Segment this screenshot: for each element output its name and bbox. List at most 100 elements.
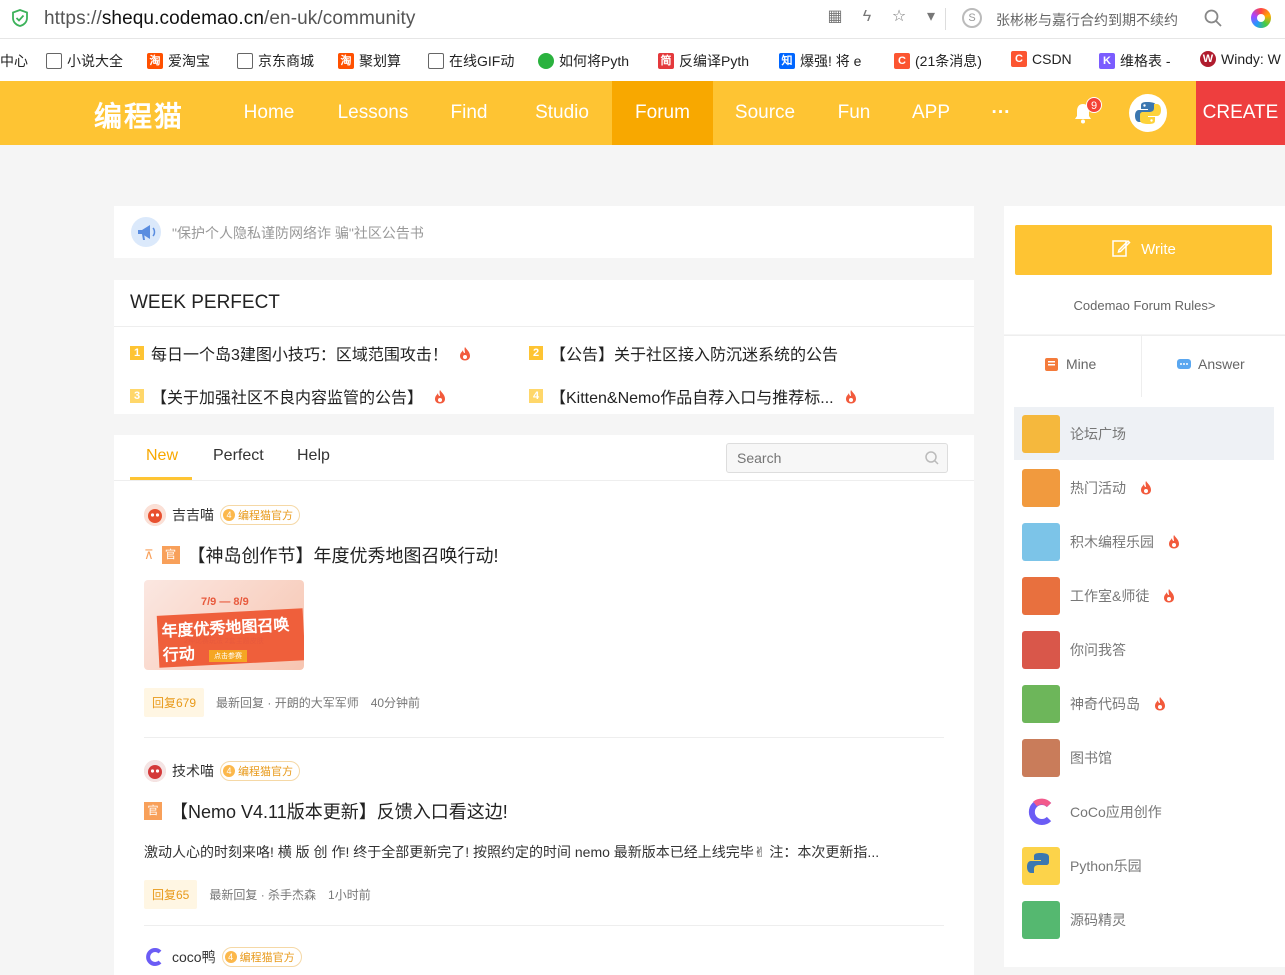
active-tab-indicator xyxy=(130,477,192,480)
bookmark-item[interactable]: K 维格表 - xyxy=(1099,51,1171,71)
site-logo[interactable]: 编程猫 xyxy=(94,95,184,135)
week-perfect-item[interactable]: 1 每日一个岛3建图小技巧：区域范围攻击！ xyxy=(130,341,471,365)
thumbnail-sub: 2种比赛玩法 2套主题皮肤 xyxy=(184,638,264,645)
nav-app[interactable]: APP xyxy=(898,81,964,145)
board-forum-square[interactable]: 论坛广场 xyxy=(1014,407,1274,460)
bookmark-item[interactable]: C (21条消息) xyxy=(894,51,982,71)
post-time: 40分钟前 xyxy=(370,696,421,710)
document-icon xyxy=(237,53,253,69)
author-name[interactable]: 吉吉喵 xyxy=(172,505,214,525)
secure-shield-icon[interactable] xyxy=(11,9,29,27)
bookmark-item[interactable]: 知爆强! 将 e xyxy=(779,51,861,71)
bookmark-item[interactable]: 淘爱淘宝 xyxy=(147,51,210,71)
official-badge-label: 编程猫官方 xyxy=(238,766,293,778)
post-meta: 回复679 最新回复 · 开朗的大军军师 40分钟前 xyxy=(144,688,944,717)
answer-button[interactable]: Answer xyxy=(1176,356,1245,372)
last-reply: 最新回复 · 开朗的大军军师 xyxy=(216,696,359,710)
author-avatar[interactable] xyxy=(144,760,166,782)
search-suggestion[interactable]: 张彬彬与嘉行合约到期不续约 xyxy=(996,10,1178,30)
notice-text: "保护个人隐私谨防网络诈 骗"社区公告书 xyxy=(172,225,424,241)
mine-label: Mine xyxy=(1066,356,1097,372)
nav-lessons[interactable]: Lessons xyxy=(326,81,420,145)
board-coco[interactable]: CoCo应用创作 xyxy=(1014,785,1274,838)
post-item[interactable]: coco鸭 4 编程猫官方 xyxy=(144,945,944,969)
mine-button[interactable]: Mine xyxy=(1044,356,1096,372)
bookmark-item[interactable]: 京东商城 xyxy=(237,51,314,71)
nav-find[interactable]: Find xyxy=(434,81,504,145)
board-block-coding[interactable]: 积木编程乐园 xyxy=(1014,515,1274,568)
board-source-sprite[interactable]: 源码精灵 xyxy=(1014,893,1274,946)
nav-forum[interactable]: Forum xyxy=(612,81,713,145)
search-input[interactable] xyxy=(726,443,948,473)
board-python[interactable]: Python乐园 xyxy=(1014,839,1274,892)
create-button[interactable]: CREATE xyxy=(1196,81,1285,145)
zhihu-icon: 知 xyxy=(779,53,795,69)
bookmark-item[interactable]: C CSDN xyxy=(1011,51,1072,67)
nav-more[interactable]: ··· xyxy=(978,81,1024,145)
chevron-down-icon[interactable]: ▾ xyxy=(922,8,940,26)
author-avatar[interactable] xyxy=(144,504,166,526)
tab-help[interactable]: Help xyxy=(297,447,330,465)
bookmark-item[interactable]: 中心 xyxy=(0,51,28,71)
post-title[interactable]: ⊼ 官 【神岛创作节】年度优秀地图召唤行动! xyxy=(144,542,944,568)
nav-home[interactable]: Home xyxy=(226,81,312,145)
feed-tabs: New Perfect Help xyxy=(114,435,974,481)
vika-icon: K xyxy=(1099,53,1115,69)
bookmark-item[interactable]: 如何将Pyth xyxy=(538,51,629,71)
author-avatar[interactable] xyxy=(144,946,166,968)
tab-perfect[interactable]: Perfect xyxy=(213,447,264,465)
browser-search-icon[interactable] xyxy=(1203,8,1223,28)
week-perfect-item[interactable]: 3 【关于加强社区不良内容监管的公告】 xyxy=(130,384,446,408)
fire-icon xyxy=(1164,589,1175,603)
nav-source[interactable]: Source xyxy=(720,81,810,145)
windy-icon: W xyxy=(1200,51,1216,67)
rank-number: 1 xyxy=(130,346,144,360)
url-text[interactable]: https://shequ.codemao.cn/en-uk/community xyxy=(44,8,416,30)
board-studio[interactable]: 工作室&师徒 xyxy=(1014,569,1274,622)
bookmark-item[interactable]: 在线GIF动 xyxy=(428,51,514,71)
url-scheme: https:// xyxy=(44,8,102,29)
bookmark-item[interactable]: 小说大全 xyxy=(46,51,123,71)
week-perfect-item[interactable]: 4 【Kitten&Nemo作品自荐入口与推荐标... xyxy=(529,384,857,408)
board-code-island[interactable]: 神奇代码岛 xyxy=(1014,677,1274,730)
bookmark-label: 聚划算 xyxy=(359,53,401,69)
official-badge: 4 编程猫官方 xyxy=(220,761,300,781)
forum-rules-link[interactable]: Codemao Forum Rules> xyxy=(1004,298,1285,313)
reply-count[interactable]: 回复679 xyxy=(144,688,205,717)
sidebar-boards: 论坛广场 热门活动 积木编程乐园 工作室&师徒 你问我答 神奇代码岛 图书馆 C… xyxy=(1004,397,1285,967)
post-thumbnail[interactable]: 7/9 — 8/9 年度优秀地图召唤行动 2种比赛玩法 2套主题皮肤 点击参赛 xyxy=(144,580,304,670)
notice-bar[interactable]: "保护个人隐私谨防网络诈 骗"社区公告书 xyxy=(114,206,974,258)
author-name[interactable]: coco鸭 xyxy=(172,947,216,967)
qr-code-icon[interactable]: ▦ xyxy=(826,8,844,26)
bookmark-item[interactable]: 简反编译Pyth xyxy=(658,51,749,71)
post-title[interactable]: 官 【Nemo V4.11版本更新】反馈入口看这边! xyxy=(144,798,944,824)
color-wheel-icon[interactable] xyxy=(1251,8,1271,28)
post-item[interactable]: 吉吉喵 4 编程猫官方 ⊼ 官 【神岛创作节】年度优秀地图召唤行动! 7/9 — … xyxy=(144,503,944,717)
lightning-icon[interactable]: ϟ xyxy=(858,8,876,26)
author-name[interactable]: 技术喵 xyxy=(172,761,214,781)
post-item[interactable]: 技术喵 4 编程猫官方 官 【Nemo V4.11版本更新】反馈入口看这边! 激动… xyxy=(144,759,944,909)
post-author: 吉吉喵 4 编程猫官方 xyxy=(144,503,944,527)
write-button[interactable]: Write xyxy=(1015,225,1272,275)
board-library[interactable]: 图书馆 xyxy=(1014,731,1274,784)
bookmark-item[interactable]: 淘聚划算 xyxy=(338,51,401,71)
nav-fun[interactable]: Fun xyxy=(824,81,884,145)
star-icon[interactable]: ☆ xyxy=(890,8,908,26)
reply-count[interactable]: 回复65 xyxy=(144,880,198,909)
source-sprite-icon xyxy=(1022,900,1060,939)
post-author: coco鸭 4 编程猫官方 xyxy=(144,945,944,969)
edit-icon xyxy=(1112,239,1131,257)
search-engine-icon[interactable]: S xyxy=(962,8,982,28)
week-perfect-item[interactable]: 2 【公告】关于社区接入防沉迷系统的公告 xyxy=(529,341,838,365)
search-icon[interactable] xyxy=(924,450,940,466)
fire-icon xyxy=(1169,535,1179,549)
board-hot-events[interactable]: 热门活动 xyxy=(1014,461,1274,514)
official-badge: 4 编程猫官方 xyxy=(220,505,300,525)
tab-new[interactable]: New xyxy=(146,447,178,465)
browser-address-bar: https://shequ.codemao.cn/en-uk/community… xyxy=(0,0,1285,39)
post-feed: New Perfect Help 吉吉喵 4编程猫官方 ⊼ 官 【神岛创作节】年… xyxy=(114,435,974,975)
nav-studio[interactable]: Studio xyxy=(518,81,606,145)
board-qa[interactable]: 你问我答 xyxy=(1014,623,1274,676)
bookmark-item[interactable]: W Windy: W xyxy=(1200,51,1281,67)
user-avatar[interactable] xyxy=(1129,94,1167,132)
